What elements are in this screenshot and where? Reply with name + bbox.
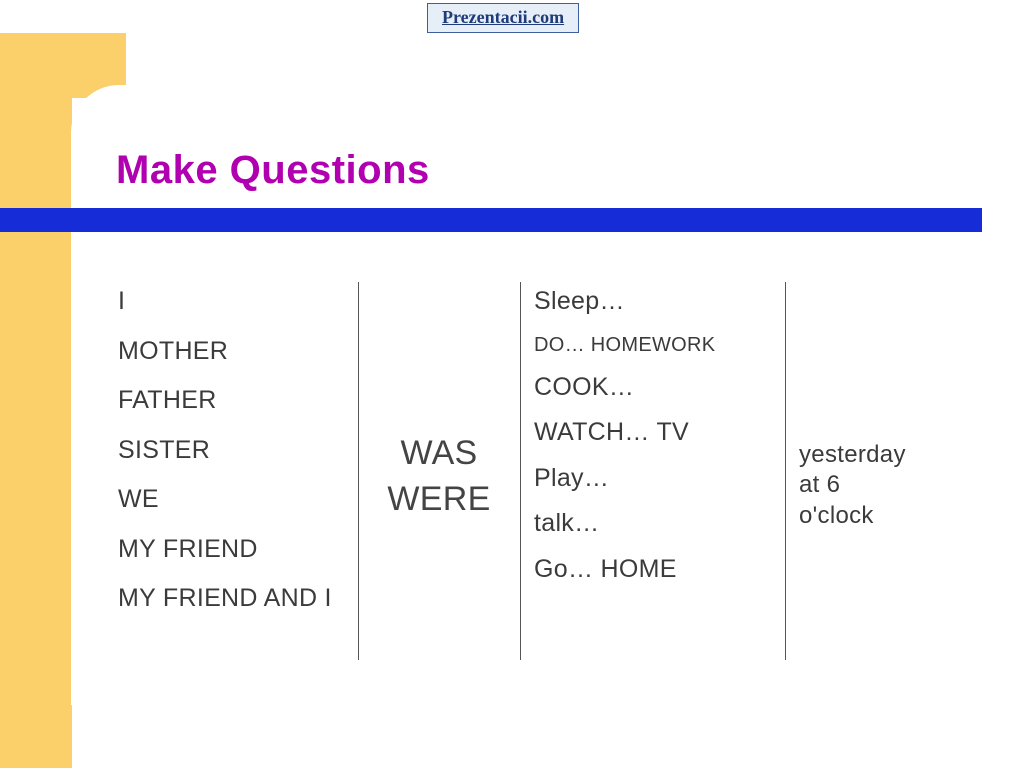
decor-yellow-side	[0, 33, 72, 768]
slide-title: Make Questions	[116, 148, 430, 193]
subject-item: WE	[118, 486, 358, 514]
question-builder-table: I MOTHER FATHER SISTER WE MY FRIEND MY F…	[118, 282, 918, 687]
column-actions: Sleep… DO… HOMEWORK COOK… WATCH… TV Play…	[520, 282, 785, 687]
subject-item: MY FRIEND	[118, 536, 358, 564]
subject-item: FATHER	[118, 387, 358, 415]
source-link[interactable]: Prezentacii.com	[427, 3, 579, 33]
column-time: yesterday at 6 o'clock	[785, 282, 935, 687]
action-item: Play…	[534, 465, 785, 493]
title-underline-bar	[0, 208, 982, 232]
action-item: talk…	[534, 510, 785, 538]
action-item: Go… HOME	[534, 556, 785, 584]
action-item: COOK…	[534, 374, 785, 402]
aux-item: WERE	[387, 481, 490, 518]
action-item: WATCH… TV	[534, 419, 785, 447]
aux-item: WAS	[400, 435, 477, 472]
subject-item: MY FRIEND AND I	[118, 585, 358, 613]
subject-item: SISTER	[118, 437, 358, 465]
action-item: DO… HOMEWORK	[534, 334, 785, 356]
subject-item: I	[118, 288, 358, 316]
slide-stage: Prezentacii.com Make Questions I MOTHER …	[0, 0, 1024, 768]
action-item: Sleep…	[534, 288, 785, 316]
column-aux-verbs: WAS WERE	[358, 282, 520, 687]
time-item: yesterday	[799, 442, 935, 468]
time-item: at 6	[799, 472, 935, 498]
subject-item: MOTHER	[118, 338, 358, 366]
column-subjects: I MOTHER FATHER SISTER WE MY FRIEND MY F…	[118, 282, 358, 687]
time-item: o'clock	[799, 503, 935, 529]
